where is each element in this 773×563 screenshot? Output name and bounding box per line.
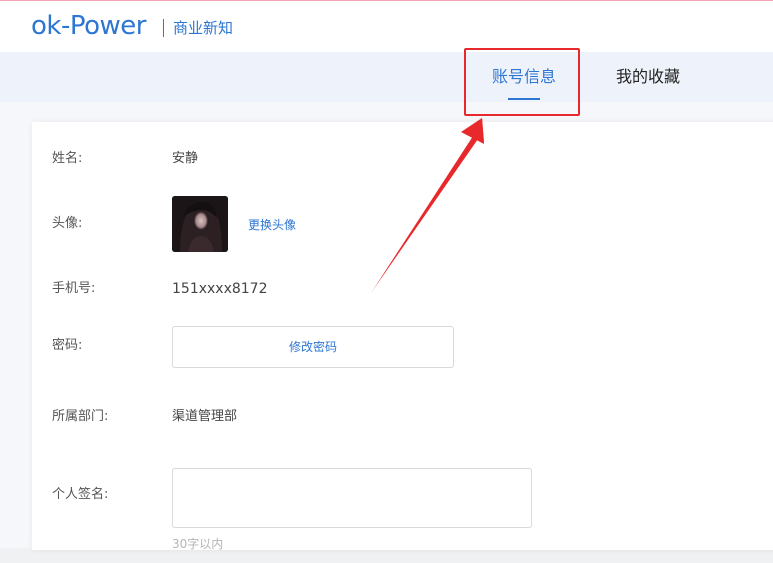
site-header: ok-Power 商业新知: [0, 1, 773, 52]
tab-bar: 账号信息 我的收藏: [0, 52, 773, 102]
name-label: 姓名:: [52, 151, 83, 166]
tab-account-info[interactable]: 账号信息: [492, 66, 556, 88]
phone-value: 151xxxx8172: [172, 281, 268, 297]
department-label: 所属部门:: [52, 409, 109, 424]
avatar-image: [172, 196, 228, 252]
logo-divider: [163, 19, 164, 37]
change-avatar-link[interactable]: 更换头像: [248, 216, 296, 234]
signature-hint: 30字以内: [172, 537, 224, 550]
account-page: ok-Power 商业新知 账号信息 我的收藏 姓名: 安静 头像: 更换头像 …: [0, 0, 773, 563]
signature-input[interactable]: [172, 468, 532, 528]
department-value: 渠道管理部: [172, 409, 238, 424]
change-password-button[interactable]: 修改密码: [172, 326, 454, 368]
profile-card: 姓名: 安静 头像: 更换头像 手机号: 151xxxx8172 密码: 修改密…: [32, 122, 773, 550]
signature-label: 个人签名:: [52, 487, 109, 502]
phone-label: 手机号:: [52, 281, 96, 296]
bottom-strip: [0, 548, 773, 563]
avatar-label: 头像:: [52, 216, 83, 231]
site-subtitle: 商业新知: [173, 19, 234, 37]
avatar: [172, 196, 228, 252]
site-logo[interactable]: ok-Power: [31, 8, 146, 44]
active-tab-indicator: [508, 98, 540, 100]
tab-my-favorites[interactable]: 我的收藏: [616, 66, 680, 88]
password-label: 密码:: [52, 338, 83, 353]
name-value: 安静: [172, 151, 199, 166]
